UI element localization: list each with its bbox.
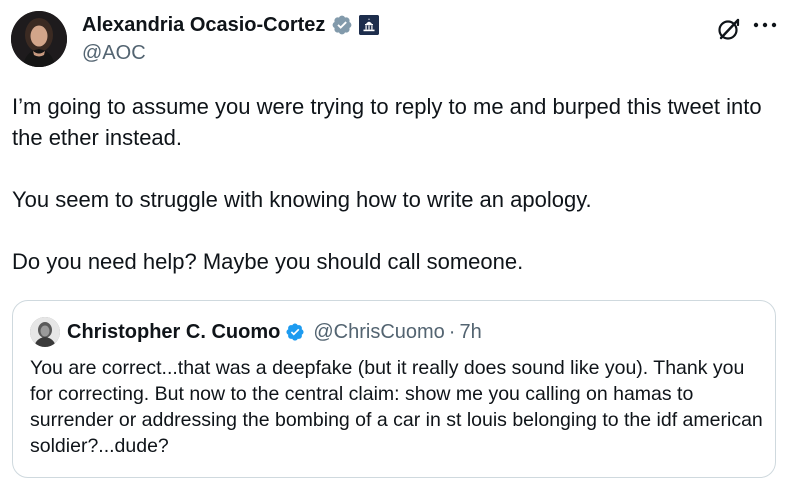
- quoted-author-handle[interactable]: @ChrisCuomo: [313, 318, 444, 346]
- separator-dot: ·: [448, 321, 456, 343]
- author-name-text[interactable]: Alexandria Ocasio-Cortez: [82, 12, 325, 38]
- author-handle[interactable]: @AOC: [82, 40, 146, 66]
- quoted-author-name[interactable]: Christopher C. Cuomo: [67, 318, 280, 346]
- verified-blue-badge-icon[interactable]: [285, 322, 305, 342]
- capitol-building-icon[interactable]: [359, 15, 380, 35]
- author-name[interactable]: Alexandria Ocasio-Cortez: [82, 12, 380, 38]
- quoted-tweet[interactable]: Christopher C. Cuomo @ChrisCuomo · 7h Yo…: [12, 300, 776, 478]
- author-avatar[interactable]: [11, 11, 67, 67]
- tweet-text: I’m going to assume you were trying to r…: [12, 94, 762, 274]
- quoted-tweet-header: Christopher C. Cuomo @ChrisCuomo · 7h: [67, 318, 482, 346]
- tweet-card: Alexandria Ocasio-Cortez @AOC I’m going …: [0, 0, 800, 500]
- more-icon[interactable]: [752, 18, 778, 32]
- grok-icon[interactable]: [716, 16, 742, 42]
- quoted-tweet-time[interactable]: 7h: [459, 318, 481, 346]
- verified-gray-badge-icon[interactable]: [331, 14, 353, 36]
- quoted-author-avatar[interactable]: [30, 317, 60, 347]
- quoted-tweet-text: You are correct...that was a deepfake (b…: [30, 357, 763, 457]
